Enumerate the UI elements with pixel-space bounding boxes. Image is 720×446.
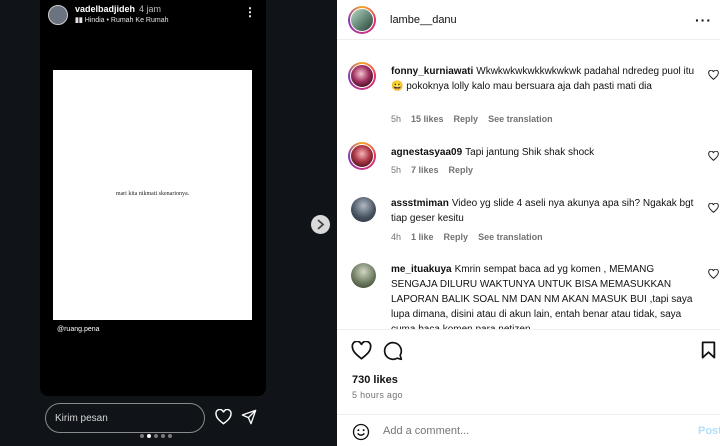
reply-button[interactable]: Reply	[454, 114, 479, 124]
bookmark-icon[interactable]	[701, 341, 716, 359]
comment-avatar[interactable]	[348, 62, 376, 90]
comment-likes[interactable]: 15 likes	[411, 114, 444, 124]
comment-meta: 5h 15 likes Reply See translation	[391, 114, 563, 124]
story-reply-input[interactable]: Kirim pesan	[45, 403, 205, 433]
comment-heart-icon[interactable]	[708, 151, 719, 161]
pagination-dot[interactable]	[161, 434, 165, 438]
comment-meta: 4h 1 like Reply See translation	[391, 232, 553, 242]
story-page: mari kita nikmati skenarionya.	[53, 70, 252, 320]
post-actions: 730 likes 5 hours ago Post	[337, 329, 720, 446]
post-author-avatar[interactable]	[348, 6, 376, 34]
comment-likes[interactable]: 7 likes	[411, 165, 439, 175]
story-header: vadelbadjideh 4 jam	[75, 4, 161, 14]
comment-username[interactable]: agnestasyaa09	[391, 147, 462, 158]
post-panel: lambe__danu ··· fonny_kurniawati Wkwkwkwk…	[337, 0, 720, 446]
reply-button[interactable]: Reply	[449, 165, 474, 175]
next-story-button[interactable]	[311, 215, 330, 234]
comment-heart-icon[interactable]	[708, 269, 719, 279]
comment-time: 4h	[391, 232, 402, 242]
story-credit: @ruang.pena	[57, 326, 100, 333]
comment-text: fonny_kurniawati Wkwkwkwkwkkwkwkwk padaha…	[391, 64, 697, 94]
story-more-icon[interactable]: ⋮	[244, 6, 256, 18]
story-time: 4 jam	[139, 4, 162, 14]
story-page-text: mari kita nikmati skenarionya.	[115, 191, 190, 197]
heart-icon[interactable]	[215, 409, 232, 425]
comment-username[interactable]: fonny_kurniawati	[391, 66, 473, 77]
more-options-icon[interactable]: ···	[695, 12, 712, 28]
comment-content: Tapi jantung Shik shak shock	[465, 147, 595, 158]
post-comment-button[interactable]: Post	[698, 425, 720, 437]
story-music-label: Hindia • Rumah Ke Rumah	[84, 17, 169, 24]
story-reply-placeholder: Kirim pesan	[55, 413, 108, 424]
pagination-dot[interactable]	[154, 434, 158, 438]
comment-avatar[interactable]	[351, 263, 376, 288]
pagination-dot[interactable]	[140, 434, 144, 438]
story-music[interactable]: ▮▮ Hindia • Rumah Ke Rumah	[75, 16, 169, 24]
emoji-icon[interactable]	[352, 423, 370, 441]
like-heart-icon[interactable]	[351, 341, 372, 360]
comment-avatar[interactable]	[351, 197, 376, 222]
comment-time: 5h	[391, 114, 402, 124]
story-avatar[interactable]	[48, 5, 68, 25]
post-header: lambe__danu ···	[337, 0, 720, 40]
story-card[interactable]: vadelbadjideh 4 jam ▮▮ Hindia • Rumah Ke R…	[40, 0, 266, 396]
comment-bubble-icon[interactable]	[383, 341, 403, 361]
comment-avatar[interactable]	[348, 142, 376, 170]
add-comment-row: Post	[337, 414, 720, 446]
comment-heart-icon[interactable]	[708, 70, 719, 80]
music-bars-icon: ▮▮	[75, 17, 83, 24]
comment-text: agnestasyaa09 Tapi jantung Shik shak shoc…	[391, 145, 697, 160]
comment-text: assstmiman Video yg slide 4 aseli nya aku…	[391, 196, 697, 226]
likes-count[interactable]: 730 likes	[352, 374, 398, 386]
comment-heart-icon[interactable]	[708, 203, 719, 213]
story-viewer: vadelbadjideh 4 jam ▮▮ Hindia • Rumah Ke R…	[0, 0, 337, 446]
see-translation-button[interactable]: See translation	[488, 114, 553, 124]
comment-text: me_ituakuya Kmrin sempat baca ad yg komen…	[391, 262, 697, 329]
pagination-dot-active[interactable]	[147, 434, 151, 438]
comment-likes[interactable]: 1 like	[411, 232, 434, 242]
story-pagination	[140, 434, 172, 438]
reply-button[interactable]: Reply	[444, 232, 469, 242]
pagination-dot[interactable]	[168, 434, 172, 438]
post-time[interactable]: 5 hours ago	[352, 390, 403, 400]
add-comment-input[interactable]	[383, 425, 683, 437]
post-author-username[interactable]: lambe__danu	[390, 14, 457, 26]
comment-meta: 5h 7 likes Reply	[391, 165, 483, 175]
comment-username[interactable]: assstmiman	[391, 198, 449, 209]
chevron-right-icon	[317, 219, 325, 230]
comment-username[interactable]: me_ituakuya	[391, 264, 452, 275]
story-username[interactable]: vadelbadjideh	[75, 4, 135, 14]
send-icon[interactable]	[241, 409, 257, 425]
comment-time: 5h	[391, 165, 402, 175]
comments-list[interactable]: fonny_kurniawati Wkwkwkwkwkkwkwkwk padaha…	[337, 40, 720, 329]
see-translation-button[interactable]: See translation	[478, 232, 543, 242]
